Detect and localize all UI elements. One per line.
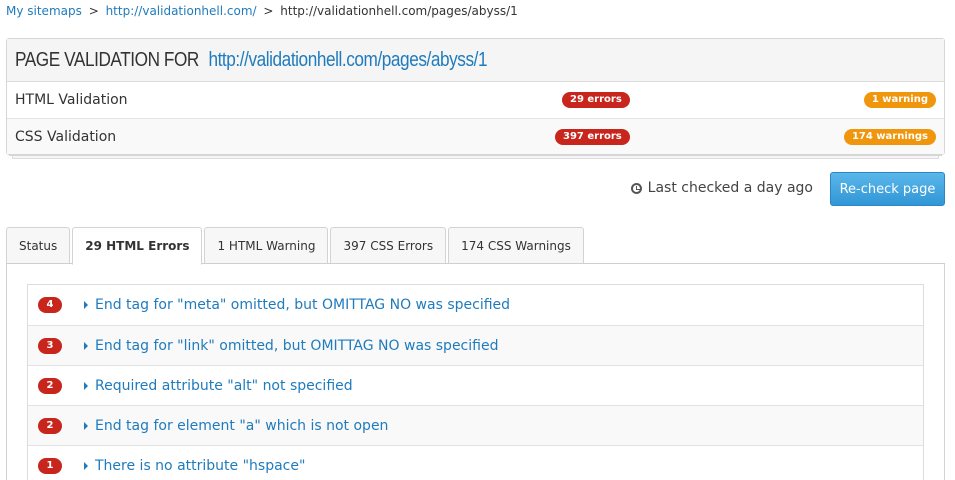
breadcrumb-my-sitemaps[interactable]: My sitemaps (6, 4, 82, 18)
tab-bar: Status 29 HTML Errors 1 HTML Warning 397… (6, 227, 586, 265)
tab-html-errors[interactable]: 29 HTML Errors (72, 227, 203, 265)
occurrence-count-badge: 4 (38, 297, 62, 313)
validation-label: CSS Validation (15, 128, 117, 145)
warning-count-badge: 174 warnings (843, 129, 936, 145)
tab-status[interactable]: Status (6, 227, 71, 264)
breadcrumb-separator: > (88, 4, 99, 18)
page-title-text: PAGE VALIDATION FOR (15, 48, 199, 71)
validation-summary-panel: PAGE VALIDATION FOR http://validationhel… (6, 38, 945, 155)
occurrence-count-badge: 3 (38, 337, 62, 354)
breadcrumb-separator: > (263, 4, 274, 18)
tab-css-warnings[interactable]: 174 CSS Warnings (448, 227, 584, 264)
occurrence-count-badge: 2 (38, 417, 62, 434)
tab-html-warnings[interactable]: 1 HTML Warning (204, 227, 329, 264)
caret-right-icon[interactable] (84, 461, 88, 470)
error-message-link[interactable]: End tag for "meta" omitted, but OMITTAG … (95, 297, 510, 313)
occurrence-count-badge: 1 (38, 457, 62, 474)
error-message-link[interactable]: End tag for element "a" which is not ope… (95, 418, 388, 434)
validation-label: HTML Validation (15, 92, 128, 108)
list-item: 4 End tag for "meta" omitted, but OMITTA… (28, 285, 923, 325)
panel-stack-edge (12, 156, 939, 159)
breadcrumb-current-page: http://validationhell.com/pages/abyss/1 (280, 4, 518, 18)
caret-right-icon[interactable] (84, 341, 88, 350)
list-item: 2 End tag for element "a" which is not o… (28, 405, 923, 445)
error-message-link[interactable]: There is no attribute "hspace" (95, 458, 305, 474)
recheck-page-button[interactable]: Re-check page (830, 172, 945, 206)
breadcrumb-site[interactable]: http://validationhell.com/ (106, 4, 257, 18)
clock-icon (630, 182, 642, 194)
list-item: 2 Required attribute "alt" not specified (28, 365, 923, 405)
panel-header: PAGE VALIDATION FOR http://validationhel… (7, 39, 944, 82)
error-count-badge: 29 errors (562, 92, 630, 108)
list-item: 3 End tag for "link" omitted, but OMITTA… (28, 325, 923, 365)
warning-count-badge: 1 warning (863, 92, 936, 108)
caret-right-icon[interactable] (84, 301, 88, 309)
last-checked-status: Last checked a day ago (630, 180, 813, 196)
caret-right-icon[interactable] (84, 381, 88, 390)
error-message-link[interactable]: End tag for "link" omitted, but OMITTAG … (95, 338, 498, 354)
css-validation-row: CSS Validation 397 errors 174 warnings (7, 118, 944, 154)
list-item: 1 There is no attribute "hspace" (28, 445, 923, 480)
caret-right-icon[interactable] (84, 421, 88, 430)
occurrence-count-badge: 2 (38, 377, 62, 394)
error-message-link[interactable]: Required attribute "alt" not specified (95, 378, 353, 394)
page-url-link[interactable]: http://validationhell.com/pages/abyss/1 (208, 49, 487, 71)
html-validation-row: HTML Validation 29 errors 1 warning (7, 82, 944, 118)
error-count-badge: 397 errors (555, 129, 630, 145)
tab-css-errors[interactable]: 397 CSS Errors (330, 227, 447, 264)
last-checked-text: Last checked a day ago (647, 180, 813, 196)
html-error-list: 4 End tag for "meta" omitted, but OMITTA… (27, 284, 924, 480)
breadcrumb: My sitemaps > http://validationhell.com/… (6, 4, 518, 18)
page-title: PAGE VALIDATION FOR http://validationhel… (15, 48, 488, 72)
